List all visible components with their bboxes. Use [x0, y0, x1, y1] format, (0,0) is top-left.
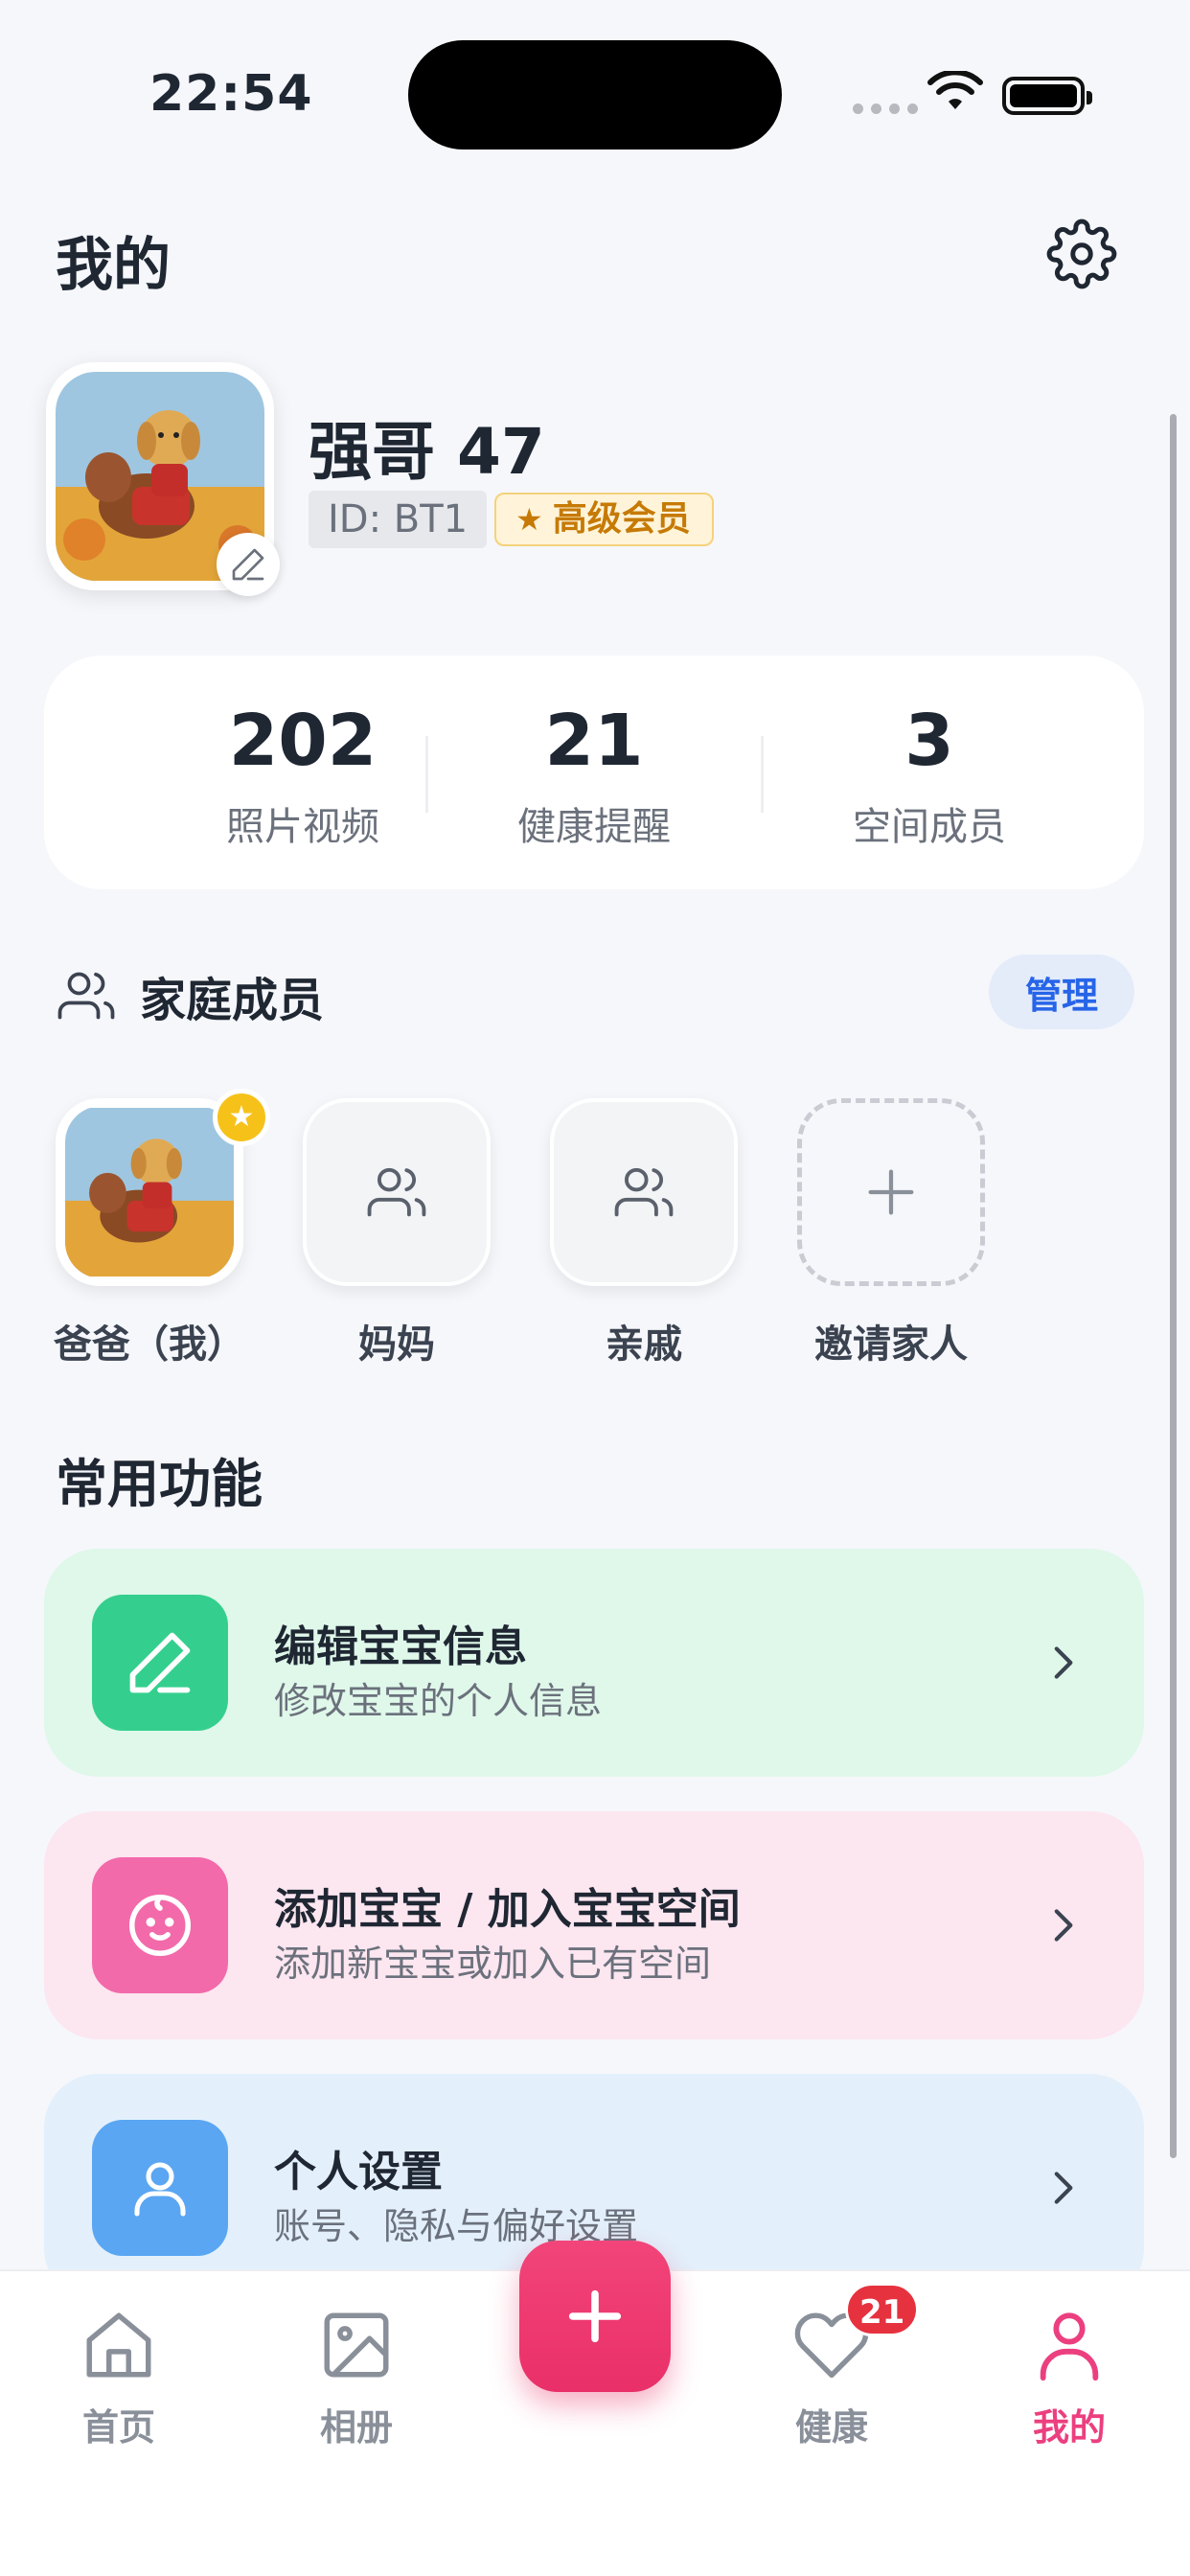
status-bar: 22:54	[0, 0, 1190, 192]
user-name: 强哥 47	[309, 415, 545, 489]
member-name: 爸爸（我）	[54, 1322, 245, 1367]
family-section-header: 家庭成员	[57, 962, 324, 1029]
icon-box	[92, 2120, 228, 2256]
card-subtitle: 添加新宝宝或加入已有空间	[274, 1943, 712, 1985]
chevron-right-icon	[1054, 1646, 1073, 1679]
chevron-right-icon	[1054, 2172, 1073, 2204]
add-button[interactable]	[519, 2241, 671, 2392]
baby-face-icon	[128, 1894, 192, 1957]
tab-mine[interactable]: 我的	[993, 2306, 1146, 2450]
home-icon	[86, 2312, 151, 2378]
card-title: 添加宝宝 / 加入宝宝空间	[274, 1885, 741, 1934]
pencil-icon	[129, 1632, 191, 1693]
add-baby-card[interactable]: 添加宝宝 / 加入宝宝空间 添加新宝宝或加入已有空间	[44, 1811, 1144, 2039]
divider	[761, 736, 764, 813]
dynamic-island	[408, 40, 782, 150]
member-tile	[797, 1098, 985, 1286]
card-subtitle: 修改宝宝的个人信息	[274, 1680, 603, 1722]
stat-space-members[interactable]: 3 空间成员	[786, 705, 1073, 851]
stat-label: 健康提醒	[517, 805, 671, 849]
family-member-dad[interactable]: ★ 爸爸（我）	[54, 1089, 270, 1368]
manage-button[interactable]: 管理	[989, 954, 1134, 1029]
wifi-icon	[927, 71, 983, 109]
tab-album[interactable]: 相册	[280, 2306, 433, 2450]
member-name: 妈妈	[358, 1322, 435, 1367]
plus-icon	[568, 2289, 622, 2343]
user-icon	[134, 2162, 186, 2217]
tab-label: 健康	[794, 2406, 868, 2449]
vip-label: 高级会员	[552, 499, 691, 539]
stat-label: 照片视频	[226, 805, 379, 849]
users-icon	[614, 1167, 674, 1217]
star-icon: ★	[515, 501, 543, 538]
icon-box	[92, 1857, 228, 1993]
tab-label: 首页	[81, 2406, 155, 2449]
invite-family-button[interactable]: 邀请家人	[795, 1098, 987, 1368]
cellular-signal-icon	[853, 104, 918, 114]
icon-box	[92, 1595, 228, 1731]
users-icon	[367, 1167, 426, 1217]
image-icon	[324, 2312, 389, 2378]
functions-section-title: 常用功能	[56, 1454, 263, 1514]
card-title: 编辑宝宝信息	[274, 1622, 527, 1671]
battery-icon	[1002, 77, 1092, 115]
stat-health-reminders[interactable]: 21 健康提醒	[450, 705, 738, 851]
divider	[425, 736, 428, 813]
status-time: 22:54	[149, 65, 313, 123]
card-title: 个人设置	[274, 2148, 443, 2196]
page-title: 我的	[56, 232, 171, 299]
edit-baby-info-card[interactable]: 编辑宝宝信息 修改宝宝的个人信息	[44, 1549, 1144, 1777]
users-icon	[57, 972, 115, 1020]
tab-label: 相册	[319, 2406, 393, 2449]
stat-photos[interactable]: 202 照片视频	[159, 705, 446, 851]
chevron-right-icon	[1054, 1909, 1073, 1942]
plus-icon	[868, 1169, 914, 1215]
stat-label: 空间成员	[853, 805, 1006, 849]
stat-value: 21	[544, 700, 644, 782]
family-section-title: 家庭成员	[140, 974, 325, 1027]
scrollbar[interactable]	[1170, 414, 1177, 2158]
star-icon: ★	[213, 1089, 270, 1146]
family-member-mom[interactable]: 妈妈	[301, 1098, 492, 1368]
edit-avatar-button[interactable]	[217, 533, 280, 596]
vip-badge: ★ 高级会员	[494, 493, 714, 546]
user-id: ID: BT1	[309, 491, 488, 548]
tab-home[interactable]: 首页	[42, 2306, 195, 2450]
pencil-icon	[232, 548, 264, 581]
health-badge-count: 21	[845, 2283, 920, 2336]
tab-label: 我的	[1032, 2406, 1106, 2449]
stat-value: 3	[904, 700, 954, 782]
stats-card: 202 照片视频 21 健康提醒 3 空间成员	[44, 656, 1144, 889]
stat-value: 202	[228, 700, 378, 782]
member-tile	[550, 1098, 738, 1286]
family-member-relatives[interactable]: 亲戚	[548, 1098, 740, 1368]
settings-button[interactable]	[1046, 218, 1117, 289]
person-icon	[1040, 2312, 1099, 2381]
member-name: 亲戚	[606, 1322, 682, 1367]
member-tile	[303, 1098, 491, 1286]
gear-icon	[1046, 218, 1117, 289]
member-name: 邀请家人	[814, 1322, 968, 1367]
